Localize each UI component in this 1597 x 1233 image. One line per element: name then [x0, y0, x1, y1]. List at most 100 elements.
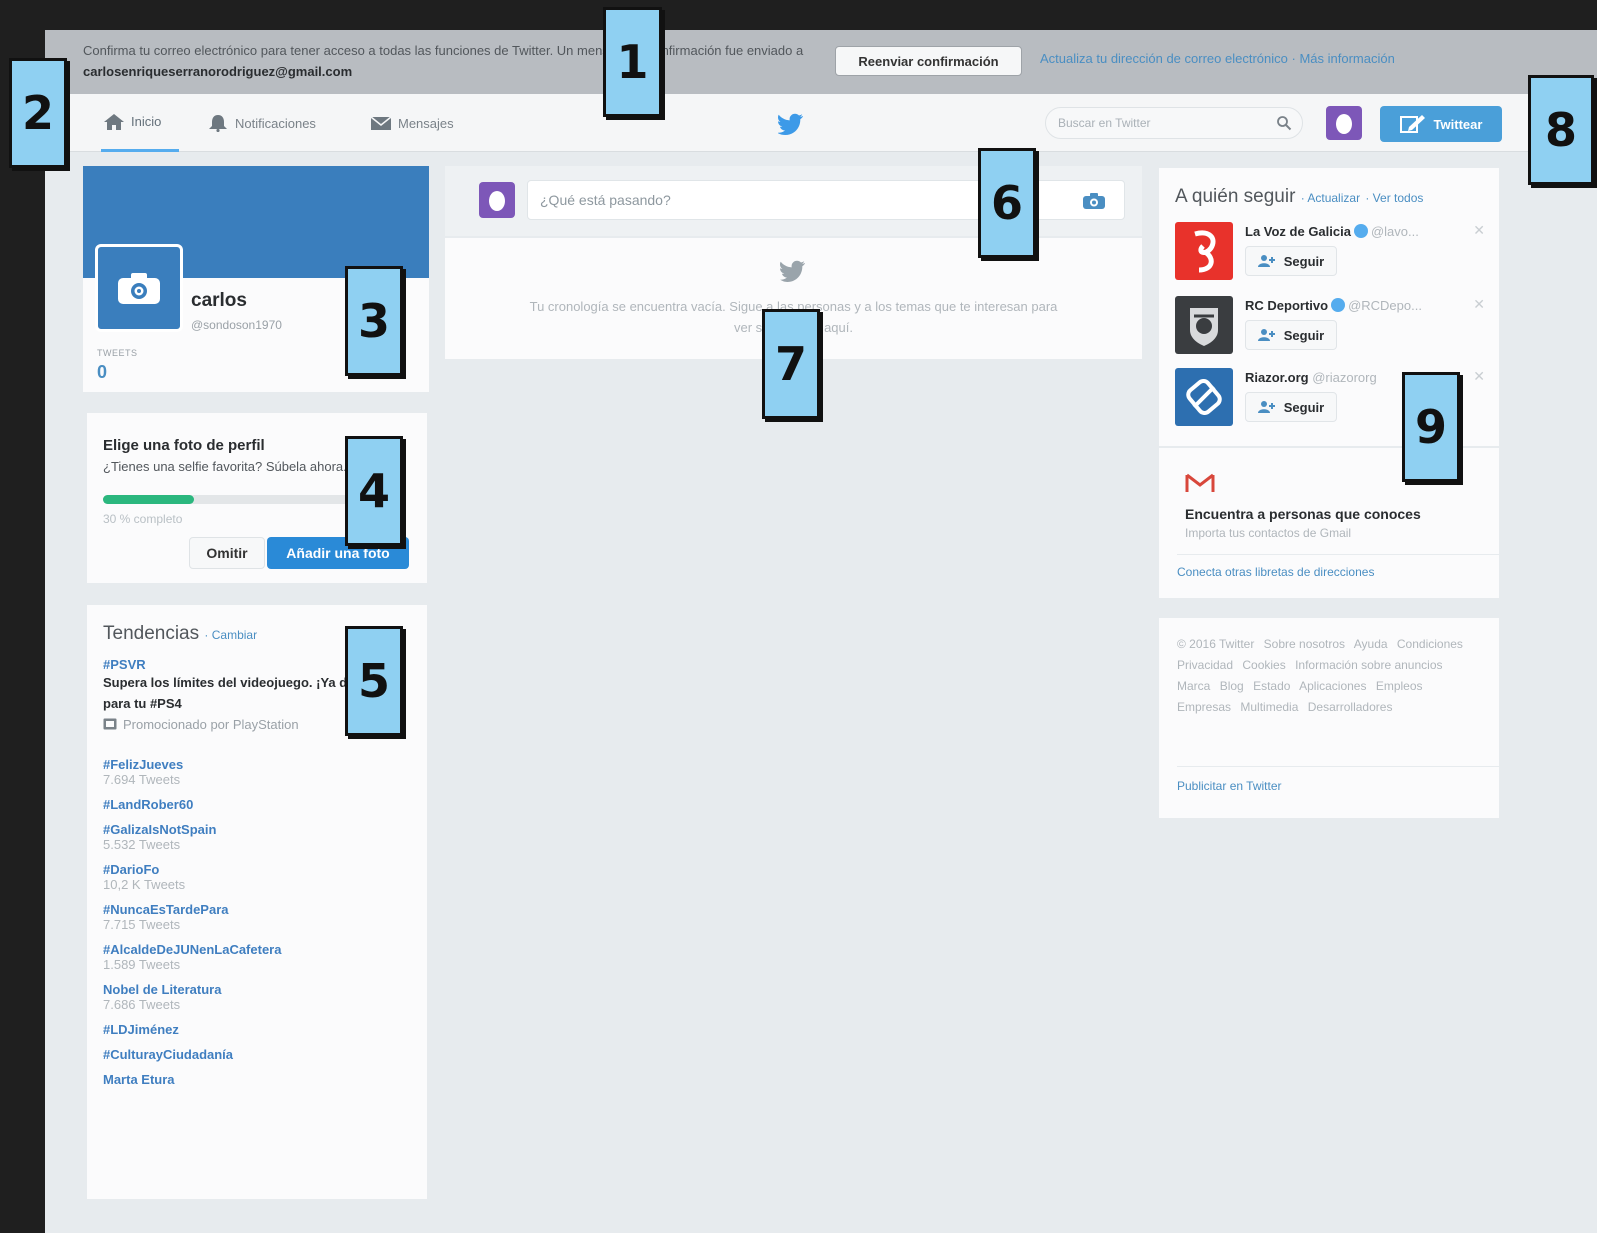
trend-tag[interactable]: Marta Etura — [103, 1072, 423, 1087]
callout-9: 9 — [1402, 372, 1460, 482]
footer-link[interactable]: Empleos — [1376, 679, 1423, 693]
top-navigation: Inicio Notificaciones Mensajes Buscar en… — [45, 94, 1597, 152]
more-info-link[interactable]: Más información — [1299, 51, 1394, 66]
trends-change-link[interactable]: · Cambiar — [204, 628, 257, 642]
resend-confirmation-button[interactable]: Reenviar confirmación — [835, 46, 1022, 76]
footer-link[interactable]: Ayuda — [1354, 637, 1388, 651]
trend-item[interactable]: #NuncaEsTardePara 7.715 Tweets — [103, 902, 423, 932]
profile-picture[interactable] — [95, 244, 183, 332]
footer-link[interactable]: © 2016 Twitter — [1177, 637, 1254, 651]
nav-notifications[interactable]: Notificaciones — [207, 94, 316, 152]
update-email-link[interactable]: Actualiza tu dirección de correo electró… — [1040, 51, 1288, 66]
nav-home[interactable]: Inicio — [101, 94, 180, 152]
footer-link[interactable]: Desarrolladores — [1308, 700, 1393, 714]
footer-link[interactable]: Información sobre anuncios — [1295, 658, 1442, 672]
search-icon[interactable] — [1276, 115, 1292, 131]
account-logo[interactable] — [1175, 368, 1233, 426]
tweet-button[interactable]: Twittear — [1380, 106, 1502, 142]
riazor-logo-icon — [1186, 379, 1222, 415]
rc-deportivo-crest-icon — [1190, 308, 1218, 346]
bell-icon — [209, 115, 227, 132]
trend-tag[interactable]: Nobel de Literatura — [103, 982, 423, 997]
footer-link[interactable]: Cookies — [1242, 658, 1285, 672]
user-avatar[interactable] — [1326, 106, 1362, 140]
trend-tag[interactable]: #GalizaIsNotSpain — [103, 822, 423, 837]
trend-tag[interactable]: #AlcaldeDeJUNenLaCafetera — [103, 942, 423, 957]
follow-person-icon — [1257, 255, 1275, 267]
trend-tag[interactable]: #LandRober60 — [103, 797, 423, 812]
footer-links: © 2016 Twitter Sobre nosotros Ayuda Cond… — [1177, 634, 1477, 718]
trend-tag[interactable]: #CulturayCiudadanía — [103, 1047, 423, 1062]
profile-handle[interactable]: @sondoson1970 — [191, 318, 282, 332]
account-handle: @lavo... — [1370, 224, 1419, 239]
trend-item[interactable]: #DarioFo 10,2 K Tweets — [103, 862, 423, 892]
twitter-screenshot: Confirma tu correo electrónico para tene… — [45, 30, 1597, 1233]
dismiss-icon[interactable]: ✕ — [1473, 368, 1485, 385]
view-all-link[interactable]: · Ver todos — [1365, 191, 1423, 205]
account-name[interactable]: RC Deportivo @RCDepo... — [1245, 298, 1422, 313]
trend-tweet-count: 1.589 Tweets — [103, 957, 181, 972]
callout-4: 4 — [345, 436, 403, 546]
skip-button[interactable]: Omitir — [189, 537, 265, 569]
follow-button[interactable]: Seguir — [1245, 320, 1337, 350]
account-name[interactable]: La Voz de Galicia @lavo... — [1245, 224, 1419, 239]
trend-tag[interactable]: #DarioFo — [103, 862, 423, 877]
twitter-bird-icon[interactable] — [778, 113, 804, 135]
trend-item[interactable]: #LandRober60 — [103, 797, 423, 812]
find-people-title[interactable]: Encuentra a personas que conoces — [1185, 506, 1421, 522]
trend-tag[interactable]: #LDJiménez — [103, 1022, 423, 1037]
email-confirmation-banner: Confirma tu correo electrónico para tene… — [45, 30, 1597, 94]
trend-item[interactable]: #CulturayCiudadanía — [103, 1047, 423, 1062]
callout-1: 1 — [603, 7, 662, 117]
trend-tag[interactable]: #FelizJueves — [103, 757, 423, 772]
trend-item[interactable]: Marta Etura — [103, 1072, 423, 1087]
account-logo[interactable] — [1175, 222, 1233, 280]
who-to-follow-header: A quién seguir · Actualizar · Ver todos — [1175, 186, 1423, 208]
verified-icon — [1353, 224, 1368, 238]
tweets-count[interactable]: 0 — [97, 362, 107, 383]
nav-messages[interactable]: Mensajes — [370, 94, 454, 152]
trend-item[interactable]: #AlcaldeDeJUNenLaCafetera 1.589 Tweets — [103, 942, 423, 972]
nav-messages-label: Mensajes — [398, 115, 454, 131]
trend-item[interactable]: #GalizaIsNotSpain 5.532 Tweets — [103, 822, 423, 852]
footer-link[interactable]: Estado — [1253, 679, 1290, 693]
follow-button[interactable]: Seguir — [1245, 392, 1337, 422]
egg-avatar-icon — [1336, 114, 1352, 134]
account-name[interactable]: Riazor.org @riazororg — [1245, 370, 1377, 385]
callout-5: 5 — [345, 626, 403, 736]
profile-name[interactable]: carlos — [191, 290, 247, 312]
confirmation-email: carlosenriqueserranorodriguez@gmail.com — [83, 64, 353, 79]
camera-icon — [118, 273, 160, 304]
account-name-text: RC Deportivo — [1245, 298, 1329, 313]
footer-link[interactable]: Sobre nosotros — [1264, 637, 1345, 651]
dismiss-icon[interactable]: ✕ — [1473, 222, 1485, 239]
connect-address-books-link[interactable]: Conecta otras libretas de direcciones — [1177, 554, 1499, 579]
footer-link[interactable]: Condiciones — [1397, 637, 1463, 651]
follow-button-label: Seguir — [1283, 399, 1325, 415]
tweet-composer: ¿Qué está pasando? — [445, 166, 1142, 236]
trend-item[interactable]: Nobel de Literatura 7.686 Tweets — [103, 982, 423, 1012]
search-input[interactable]: Buscar en Twitter — [1045, 107, 1303, 139]
footer-link[interactable]: Multimedia — [1240, 700, 1298, 714]
footer-link[interactable]: Privacidad — [1177, 658, 1233, 672]
dismiss-icon[interactable]: ✕ — [1473, 296, 1485, 313]
footer-link[interactable]: Marca — [1177, 679, 1210, 693]
follow-button[interactable]: Seguir — [1245, 246, 1337, 276]
camera-icon[interactable] — [1082, 192, 1106, 210]
twitter-bird-icon — [780, 260, 805, 282]
suggested-account[interactable]: La Voz de Galicia @lavo... Seguir ✕ — [1175, 222, 1485, 284]
footer-link[interactable]: Aplicaciones — [1299, 679, 1366, 693]
confirmation-message: Confirma tu correo electrónico para tene… — [83, 40, 823, 82]
trend-tag[interactable]: #NuncaEsTardePara — [103, 902, 423, 917]
callout-3: 3 — [345, 266, 403, 376]
trend-item[interactable]: #LDJiménez — [103, 1022, 423, 1037]
trend-tweet-count: 7.715 Tweets — [103, 917, 181, 932]
refresh-link[interactable]: · Actualizar — [1301, 191, 1360, 205]
advertise-link[interactable]: Publicitar en Twitter — [1177, 766, 1499, 793]
account-logo[interactable] — [1175, 296, 1233, 354]
trend-tweet-count: 7.686 Tweets — [103, 997, 181, 1012]
trend-item[interactable]: #FelizJueves 7.694 Tweets — [103, 757, 423, 787]
footer-link[interactable]: Blog — [1220, 679, 1244, 693]
suggested-account[interactable]: RC Deportivo @RCDepo... Seguir ✕ — [1175, 296, 1485, 358]
footer-link[interactable]: Empresas — [1177, 700, 1231, 714]
